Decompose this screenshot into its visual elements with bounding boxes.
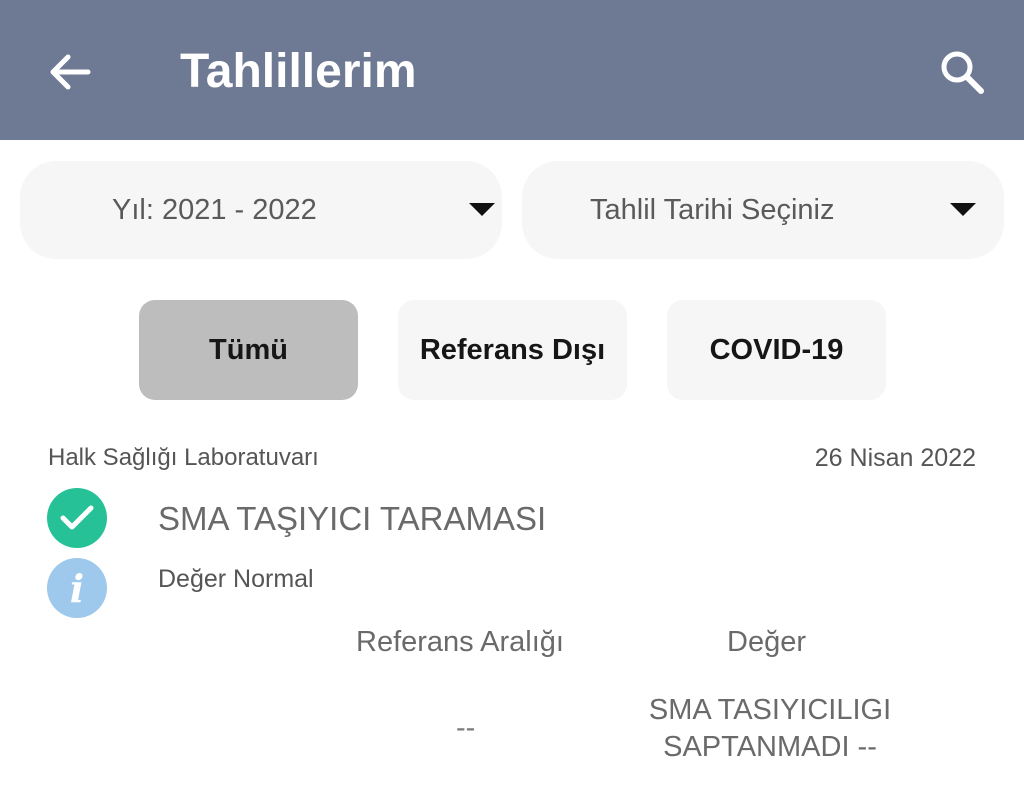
analysis-date-dropdown[interactable]: Tahlil Tarihi Seçiniz [522, 161, 1004, 259]
info-icon[interactable]: i [47, 558, 107, 618]
year-dropdown[interactable]: Yıl: 2021 - 2022 [20, 161, 502, 259]
filter-chip-covid19[interactable]: COVID-19 [667, 300, 886, 400]
year-dropdown-value: Yıl: 2021 - 2022 [112, 194, 317, 226]
laboratory-name: Halk Sağlığı Laboratuvarı [48, 444, 319, 471]
filter-chip-all[interactable]: Tümü [139, 300, 358, 400]
arrow-left-icon [50, 54, 91, 90]
caret-down-icon [469, 203, 495, 216]
caret-down-icon [950, 203, 976, 216]
result-value: SMA TASIYICILIGI SAPTANMADI -- [610, 692, 930, 766]
search-icon [941, 51, 984, 94]
check-circle-icon [47, 488, 107, 548]
filter-chip-out-of-reference[interactable]: Referans Dışı [398, 300, 627, 400]
result-status: Değer Normal [158, 565, 314, 593]
reference-range-header: Referans Aralığı [356, 626, 564, 658]
result-value-line-1: SMA TASIYICILIGI [648, 694, 892, 726]
search-button[interactable] [932, 42, 992, 102]
test-name[interactable]: SMA TAŞIYICI TARAMASI [158, 500, 546, 538]
app-bar: Tahlillerim [0, 0, 1024, 140]
reference-range-value: -- [456, 712, 476, 744]
result-date: 26 Nisan 2022 [814, 444, 976, 472]
result-value-line-2: SAPTANMADI -- [663, 731, 877, 763]
value-header: Değer [727, 626, 806, 658]
back-button[interactable] [40, 42, 100, 102]
analysis-date-dropdown-value: Tahlil Tarihi Seçiniz [590, 194, 835, 226]
page-title: Tahlillerim [180, 45, 417, 98]
